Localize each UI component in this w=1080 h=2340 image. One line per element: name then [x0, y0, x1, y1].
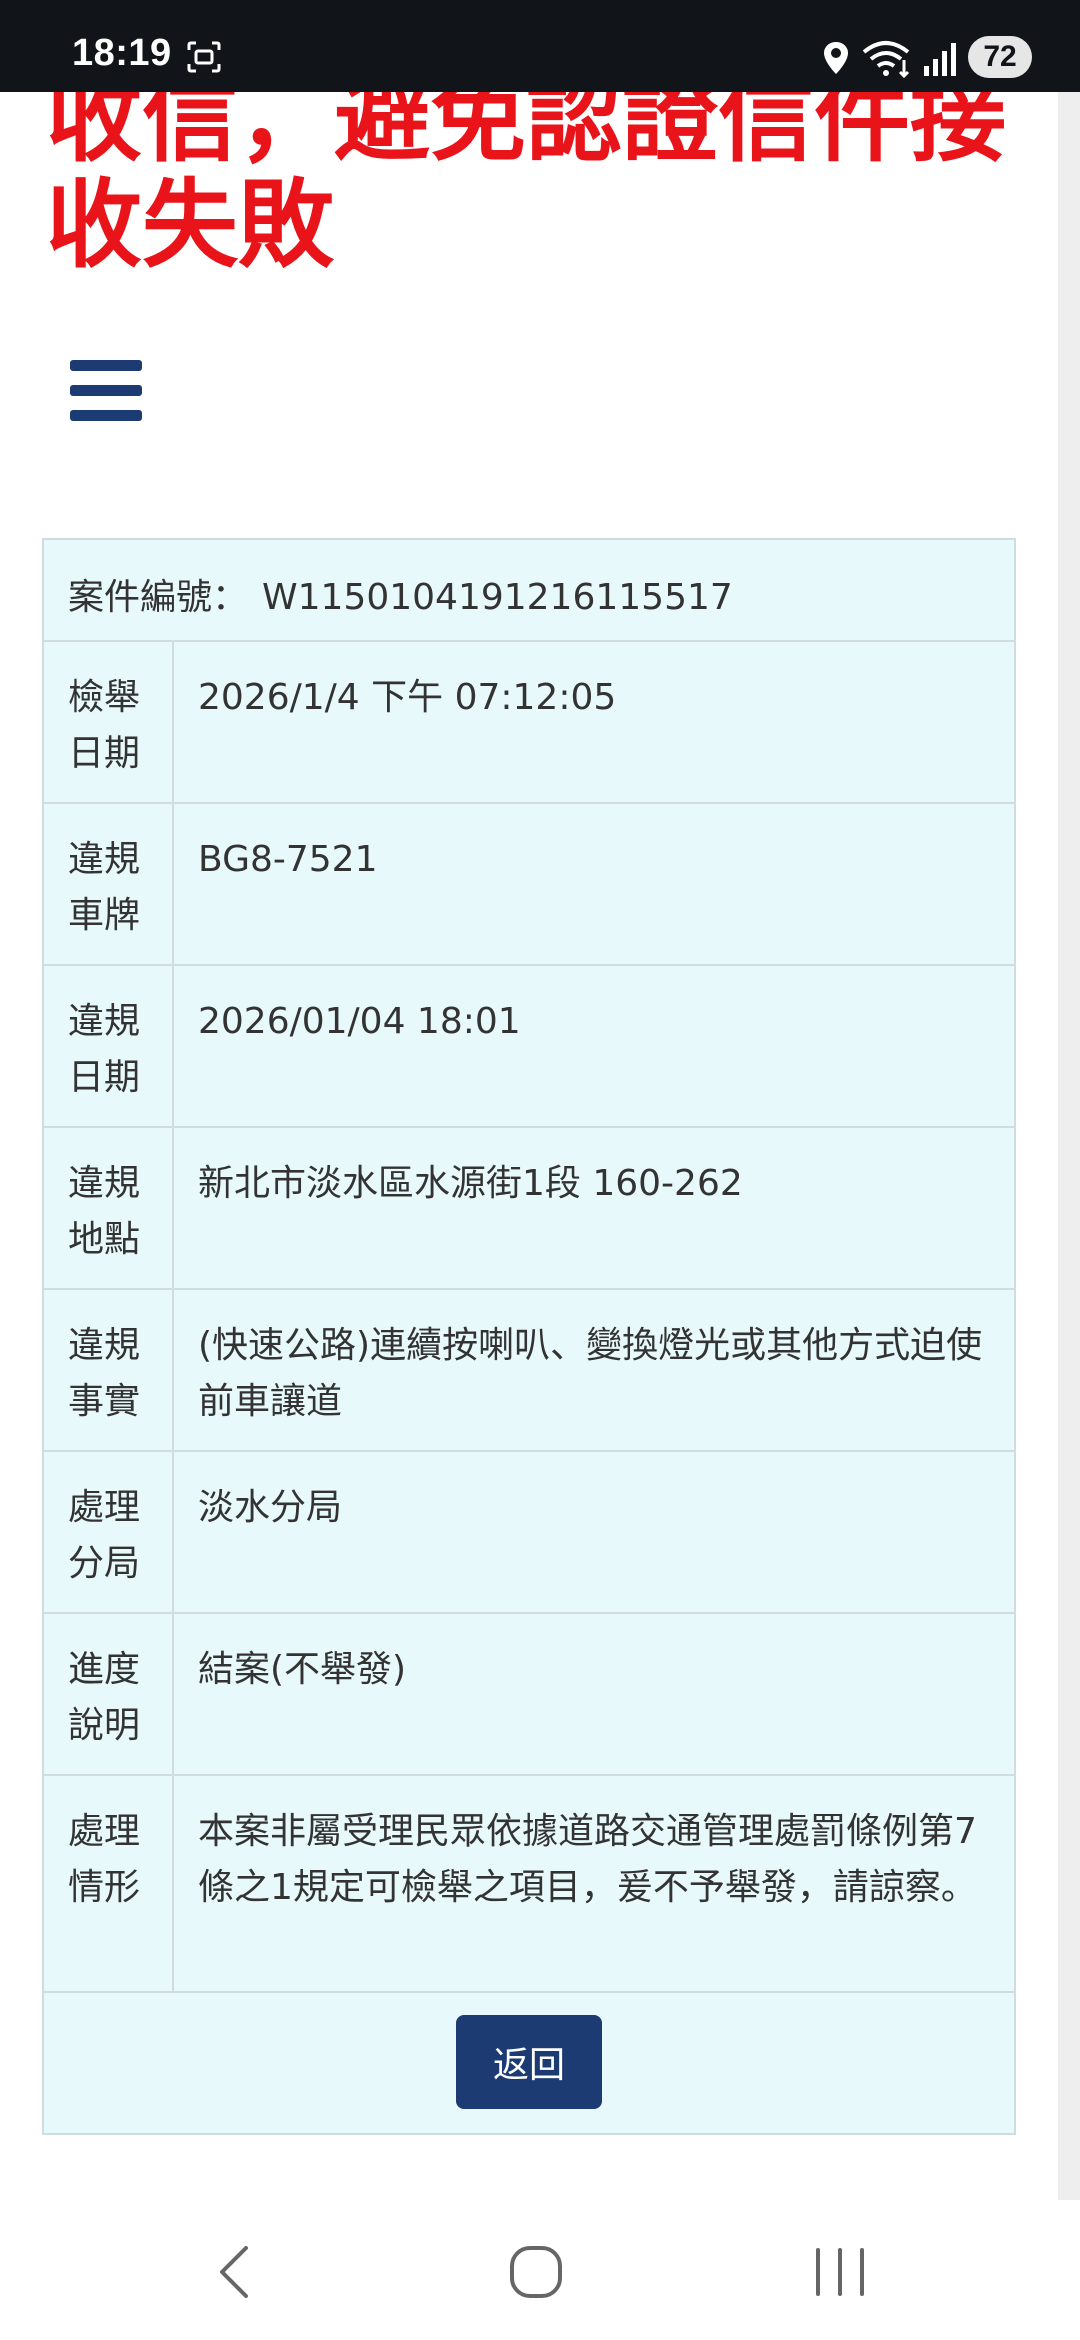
recents-nav-icon[interactable] — [812, 2246, 868, 2298]
status-bar: 18:19 72 — [0, 0, 1080, 92]
detail-row-violation-date: 違規日期 2026/01/04 18:01 — [44, 966, 1014, 1128]
detail-row-report-date: 檢舉日期 2026/1/4 下午 07:12:05 — [44, 642, 1014, 804]
wifi-icon — [862, 41, 910, 78]
warning-heading: 收信，避免認證信件接 收失敗 — [46, 66, 1026, 278]
detail-label: 進度說明 — [44, 1614, 174, 1774]
detail-row-plate: 違規車牌 BG8-7521 — [44, 804, 1014, 966]
detail-label: 檢舉日期 — [44, 642, 174, 802]
back-button[interactable]: 返回 — [456, 2015, 602, 2109]
detail-value: BG8-7521 — [198, 839, 378, 880]
detail-row-branch: 處理分局 淡水分局 — [44, 1452, 1014, 1614]
detail-label: 違規車牌 — [44, 804, 174, 964]
action-row: 返回 — [44, 1993, 1014, 2133]
hamburger-bar — [70, 385, 142, 396]
detail-row-location: 違規地點 新北市淡水區水源街1段 160-262 — [44, 1128, 1014, 1290]
detail-label: 處理情形 — [44, 1776, 174, 1991]
warning-heading-line2: 收失敗 — [46, 169, 334, 281]
detail-value: 2026/01/04 18:01 — [198, 1001, 521, 1042]
case-detail-table: 案件編號： W1150104191216115517 檢舉日期 2026/1/4 … — [42, 538, 1016, 2135]
detail-value: 2026/1/4 下午 07:12:05 — [198, 677, 617, 718]
hamburger-menu-icon[interactable] — [70, 360, 142, 424]
location-icon — [824, 42, 848, 74]
detail-label: 違規事實 — [44, 1290, 174, 1450]
home-nav-icon[interactable] — [508, 2244, 564, 2300]
case-number-value: W1150104191216115517 — [262, 577, 733, 618]
detail-row-violation-fact: 違規事實 (快速公路)連續按喇叭、變換燈光或其他方式迫使前車讓道 — [44, 1290, 1014, 1452]
case-number-row: 案件編號： W1150104191216115517 — [44, 540, 1014, 642]
detail-value: 淡水分局 — [198, 1487, 343, 1528]
detail-row-handling: 處理情形 本案非屬受理民眾依據道路交通管理處罰條例第7條之1規定可檢舉之項目，爰… — [44, 1776, 1014, 1993]
hamburger-bar — [70, 360, 142, 371]
detail-value: 本案非屬受理民眾依據道路交通管理處罰條例第7條之1規定可檢舉之項目，爰不予舉發，… — [198, 1811, 977, 1908]
battery-icon: 72 — [968, 36, 1032, 78]
hamburger-bar — [70, 410, 142, 421]
detail-label: 違規日期 — [44, 966, 174, 1126]
back-nav-icon[interactable] — [216, 2244, 252, 2300]
detail-value: 新北市淡水區水源街1段 160-262 — [198, 1163, 743, 1204]
status-time: 18:19 — [72, 32, 172, 74]
signal-icon — [924, 43, 956, 76]
detail-label: 違規地點 — [44, 1128, 174, 1288]
case-number-label: 案件編號： — [68, 577, 249, 618]
screenshot-icon — [187, 41, 221, 73]
detail-row-progress: 進度說明 結案(不舉發) — [44, 1614, 1014, 1776]
page-scrollbar[interactable] — [1058, 92, 1080, 2200]
detail-label: 處理分局 — [44, 1452, 174, 1612]
system-nav-bar — [0, 2200, 1080, 2340]
detail-value: (快速公路)連續按喇叭、變換燈光或其他方式迫使前車讓道 — [198, 1325, 983, 1422]
detail-value: 結案(不舉發) — [198, 1649, 407, 1690]
